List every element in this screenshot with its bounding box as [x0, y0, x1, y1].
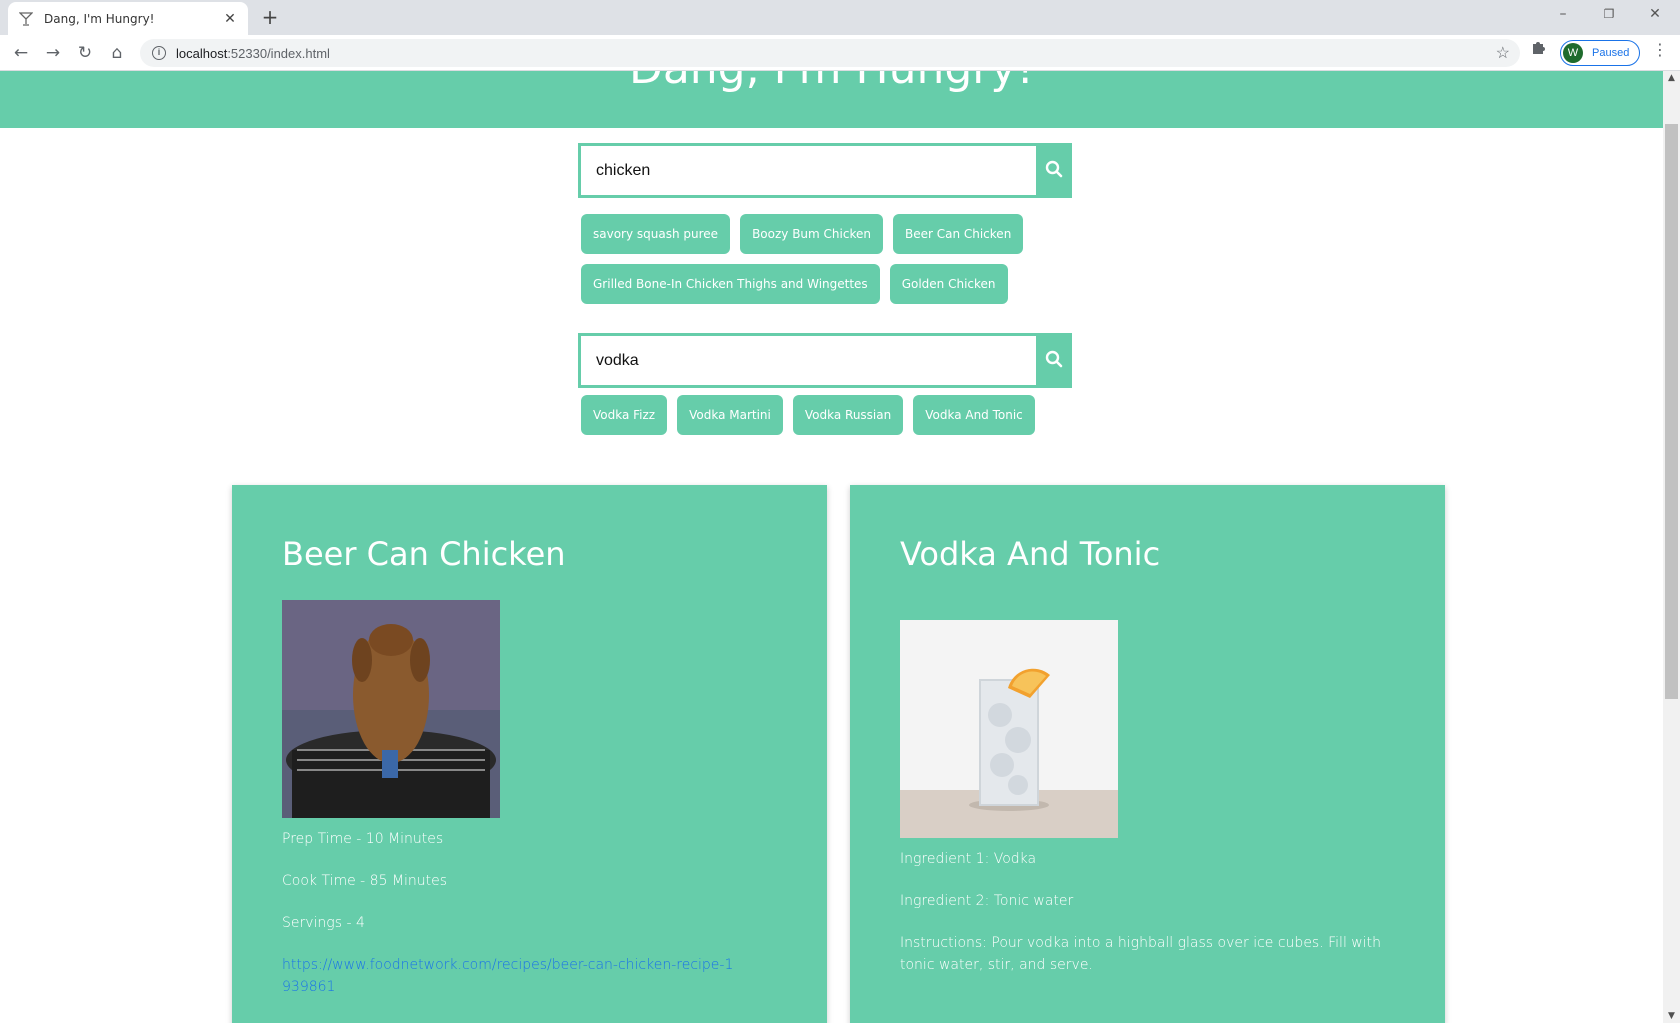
search-icon [1045, 350, 1063, 372]
food-suggestion-chip[interactable]: Grilled Bone-In Chicken Thighs and Winge… [581, 264, 880, 304]
food-suggestion-chip[interactable]: Boozy Bum Chicken [740, 214, 883, 254]
forward-icon[interactable]: → [40, 40, 66, 66]
browser-tab[interactable]: Dang, I'm Hungry! ✕ [8, 2, 248, 35]
ingredient-2: Ingredient 2: Tonic water [900, 893, 1074, 909]
recipe-link-text: https://www.foodnetwork.com/recipes/beer… [282, 954, 742, 998]
restore-icon[interactable]: ❐ [1586, 0, 1632, 30]
scroll-down-icon[interactable]: ▼ [1663, 1011, 1680, 1021]
vertical-scrollbar[interactable]: ▲ ▼ [1663, 71, 1680, 1023]
drink-search-input[interactable]: vodka [578, 333, 1036, 388]
browser-tab-strip: Dang, I'm Hungry! ✕ + – ❐ ✕ [0, 0, 1680, 35]
url-host: localhost [176, 45, 228, 61]
page-title: Dang, I'm Hungry! [0, 71, 1663, 94]
scroll-up-icon[interactable]: ▲ [1663, 73, 1680, 83]
cocktail-glass-icon [18, 11, 34, 27]
drink-suggestions: Vodka Fizz Vodka Martini Vodka Russian V… [581, 395, 1101, 445]
address-bar[interactable]: i localhost:52330/index.html ☆ [140, 39, 1520, 67]
drink-image [900, 620, 1118, 838]
drink-search-button[interactable] [1036, 333, 1072, 388]
page-header: Dang, I'm Hungry! [0, 71, 1663, 128]
drink-suggestion-chip[interactable]: Vodka Fizz [581, 395, 668, 435]
food-card-title: Beer Can Chicken [282, 535, 566, 573]
drink-recipe-card: Vodka And Tonic Ingredient 1: Vodka Ingr… [850, 485, 1445, 1023]
scrollbar-thumb[interactable] [1665, 124, 1678, 699]
food-recipe-card: Beer Can Chicken Prep Time - 10 Minutes … [232, 485, 827, 1023]
drink-suggestion-chip[interactable]: Vodka Russian [792, 395, 904, 435]
food-image [282, 600, 500, 818]
instructions: Instructions: Pour vodka into a highball… [900, 935, 1381, 973]
food-suggestion-chip[interactable]: Beer Can Chicken [892, 214, 1024, 254]
drink-suggestion-chip[interactable]: Vodka Martini [677, 395, 783, 435]
drink-card-title: Vodka And Tonic [900, 535, 1161, 573]
avatar: W [1563, 43, 1583, 63]
profile-button[interactable]: W Paused [1560, 40, 1640, 66]
kebab-menu-icon[interactable]: ⋮ [1652, 40, 1668, 59]
drink-search-bar: vodka [578, 333, 1072, 388]
servings: Servings - 4 [282, 915, 365, 931]
page-viewport: Dang, I'm Hungry! chicken savory squash … [0, 71, 1663, 1023]
window-close-icon[interactable]: ✕ [1632, 0, 1678, 30]
bookmark-star-icon[interactable]: ☆ [1496, 43, 1510, 63]
cook-time: Cook Time - 85 Minutes [282, 873, 448, 889]
extensions-puzzle-icon[interactable] [1530, 40, 1546, 60]
url-path: :52330/index.html [227, 45, 330, 61]
food-search-button[interactable] [1036, 143, 1072, 198]
drink-suggestion-chip[interactable]: Vodka And Tonic [913, 395, 1035, 435]
food-suggestion-chip[interactable]: savory squash puree [581, 214, 731, 254]
food-search-input[interactable]: chicken [578, 143, 1036, 198]
food-suggestion-chip[interactable]: Golden Chicken [889, 264, 1008, 304]
close-tab-icon[interactable]: ✕ [222, 11, 238, 27]
info-icon[interactable]: i [152, 46, 166, 60]
tab-title: Dang, I'm Hungry! [44, 11, 155, 26]
food-search-bar: chicken [578, 143, 1072, 198]
new-tab-icon[interactable]: + [258, 6, 282, 30]
search-icon [1045, 160, 1063, 182]
prep-time: Prep Time - 10 Minutes [282, 831, 444, 847]
home-icon[interactable]: ⌂ [104, 40, 130, 66]
back-icon[interactable]: ← [8, 40, 34, 66]
reload-icon[interactable]: ↻ [72, 40, 98, 66]
minimize-icon[interactable]: – [1540, 0, 1586, 30]
ingredient-1: Ingredient 1: Vodka [900, 851, 1037, 867]
profile-status: Paused [1592, 47, 1630, 59]
browser-toolbar: ← → ↻ ⌂ i localhost:52330/index.html ☆ [0, 35, 1680, 71]
recipe-link[interactable]: https://www.foodnetwork.com/recipes/beer… [282, 957, 733, 995]
food-suggestions: savory squash puree Boozy Bum Chicken Be… [581, 214, 1101, 314]
